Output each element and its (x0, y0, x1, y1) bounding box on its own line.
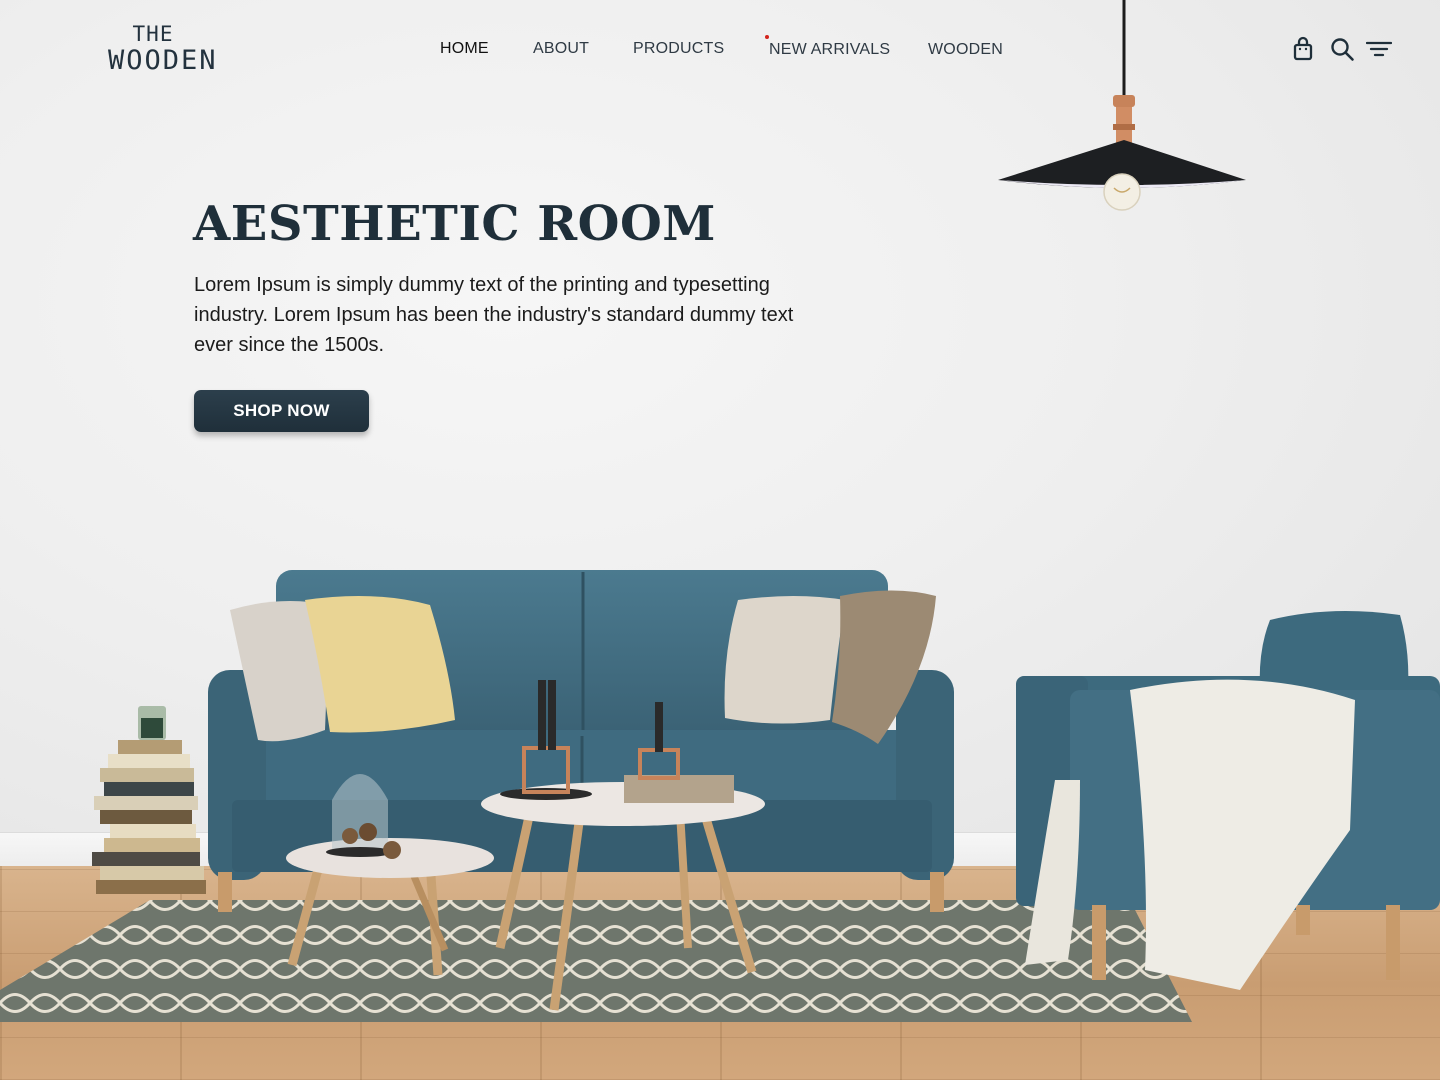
living-room-scene (0, 0, 1440, 1022)
nav-item-new-arrivals[interactable]: NEW ARRIVALS (769, 41, 890, 59)
nav-item-about[interactable]: ABOUT (533, 40, 589, 58)
book-stack (92, 706, 206, 894)
shop-now-button[interactable]: SHOP NOW (194, 390, 369, 432)
brand-logo[interactable]: THE WOODEN (108, 22, 218, 76)
new-arrivals-indicator-dot (765, 35, 769, 39)
nav-item-wooden[interactable]: WOODEN (928, 41, 1003, 59)
filter-menu-icon[interactable] (1366, 36, 1392, 62)
shopping-bag-icon[interactable] (1290, 36, 1316, 62)
brand-logo-line1: THE (132, 22, 174, 46)
patterned-rug (0, 900, 1192, 1022)
nav-item-home[interactable]: HOME (440, 40, 489, 58)
nav-item-products[interactable]: PRODUCTS (633, 40, 724, 58)
search-icon[interactable] (1329, 36, 1355, 62)
brand-logo-line2: WOODEN (108, 45, 218, 76)
pendant-lamp (998, 0, 1246, 211)
hero-description: Lorem Ipsum is simply dummy text of the … (194, 274, 794, 356)
hero-title: AESTHETIC ROOM (193, 196, 716, 252)
